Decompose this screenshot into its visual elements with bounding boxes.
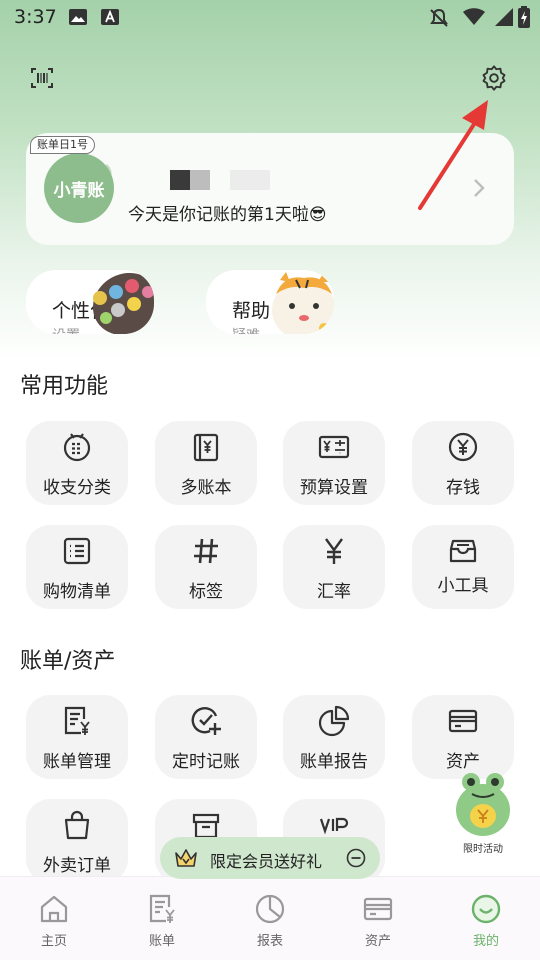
function-label: 购物清单 <box>26 577 128 602</box>
tiger-mascot-icon <box>266 270 334 334</box>
function-label: 账单管理 <box>26 747 128 772</box>
savings-icon <box>447 431 479 463</box>
tag-icon <box>190 535 222 567</box>
wifi-icon <box>462 7 486 27</box>
assets-icon <box>362 893 394 925</box>
nav-label: 资产 <box>324 930 432 949</box>
function-label: 存钱 <box>412 473 514 498</box>
nav-report[interactable]: 报表 <box>216 877 324 961</box>
promo-text: 限定会员送好礼 <box>210 848 322 872</box>
profile-icon <box>470 893 502 925</box>
function-toolbox[interactable]: 小工具 <box>412 525 514 609</box>
function-label: 资产 <box>412 747 514 772</box>
section-title-bills: 账单/资产 <box>20 643 115 675</box>
bill-report-icon <box>318 705 350 737</box>
bill-icon <box>146 893 178 925</box>
frog-mascot-icon <box>454 770 512 838</box>
function-bill-management[interactable]: 账单管理 <box>26 695 128 779</box>
limited-activity-label: 限时活动 <box>450 840 516 855</box>
scan-icon <box>30 67 54 89</box>
collapse-minus-icon[interactable] <box>346 848 366 868</box>
avatar-label: 小青账 <box>54 176 105 201</box>
category-icon <box>61 431 93 463</box>
help-subtitle: 疑难 <box>232 325 260 334</box>
function-bill-report[interactable]: 账单报告 <box>283 695 385 779</box>
function-shopping-list[interactable]: 购物清单 <box>26 525 128 609</box>
function-label: 收支分类 <box>26 473 128 498</box>
nav-label: 账单 <box>108 930 216 949</box>
bill-management-icon <box>61 705 93 737</box>
keyboard-notification-icon <box>100 8 120 26</box>
function-category[interactable]: 收支分类 <box>26 421 128 505</box>
greeting-text: 今天是你记账的第1天啦😎 <box>128 200 327 225</box>
section-title-common: 常用功能 <box>20 368 108 400</box>
function-budget[interactable]: 预算设置 <box>283 421 385 505</box>
function-label: 定时记账 <box>155 747 257 772</box>
function-label: 小工具 <box>412 571 514 596</box>
nav-bill[interactable]: 账单 <box>108 877 216 961</box>
personalize-card[interactable]: 个性化 设置 <box>26 270 154 334</box>
function-exchange-rate[interactable]: 汇率 <box>283 525 385 609</box>
user-id-redacted <box>230 170 270 190</box>
nav-label: 主页 <box>0 930 108 949</box>
function-savings[interactable]: 存钱 <box>412 421 514 505</box>
function-label: 外卖订单 <box>26 851 128 876</box>
function-label: 汇率 <box>283 577 385 602</box>
mute-icon <box>428 8 450 28</box>
scheduled-bookkeeping-icon <box>190 705 222 737</box>
help-card[interactable]: 帮助 疑难 <box>206 270 334 334</box>
function-takeout-order[interactable]: 外卖订单 <box>26 799 128 883</box>
shopping-list-icon <box>61 535 93 567</box>
function-scheduled-bookkeeping[interactable]: 定时记账 <box>155 695 257 779</box>
assets-icon <box>447 705 479 737</box>
ledger-book-icon <box>190 431 222 463</box>
function-tags[interactable]: 标签 <box>155 525 257 609</box>
settings-button[interactable] <box>474 58 514 98</box>
function-label: 标签 <box>155 577 257 602</box>
toolbox-icon <box>447 535 479 567</box>
nav-assets[interactable]: 资产 <box>324 877 432 961</box>
signal-icon <box>492 7 514 27</box>
scan-button[interactable] <box>22 58 62 98</box>
nav-label: 报表 <box>216 930 324 949</box>
crown-icon <box>174 847 198 869</box>
gear-icon <box>480 64 508 92</box>
function-label: 多账本 <box>155 473 257 498</box>
limited-activity-float[interactable]: 限时活动 <box>454 770 512 842</box>
home-icon <box>38 893 70 925</box>
chevron-right-icon <box>470 176 488 200</box>
bottom-navigation: 主页 账单 报表 资产 我的 <box>0 876 540 960</box>
function-multi-ledger[interactable]: 多账本 <box>155 421 257 505</box>
bill-day-tag: 账单日1号 <box>30 136 95 154</box>
battery-icon <box>518 6 530 28</box>
function-assets[interactable]: 资产 <box>412 695 514 779</box>
nav-home[interactable]: 主页 <box>0 877 108 961</box>
function-label: 账单报告 <box>283 747 385 772</box>
help-title: 帮助 <box>232 296 270 323</box>
nav-label: 我的 <box>432 930 540 949</box>
status-time: 3:37 <box>14 6 57 28</box>
member-promo-banner[interactable]: 限定会员送好礼 <box>160 837 380 879</box>
gallery-notification-icon <box>68 8 88 26</box>
budget-icon <box>318 431 350 463</box>
username-redacted <box>170 170 210 190</box>
avatar[interactable]: 小青账 <box>44 153 114 223</box>
takeout-order-icon <box>61 809 93 841</box>
exchange-rate-icon <box>318 535 350 567</box>
function-label: 预算设置 <box>283 473 385 498</box>
nav-profile[interactable]: 我的 <box>432 877 540 961</box>
palette-icon <box>76 270 154 334</box>
report-icon <box>254 893 286 925</box>
status-bar: 3:37 <box>0 0 540 38</box>
